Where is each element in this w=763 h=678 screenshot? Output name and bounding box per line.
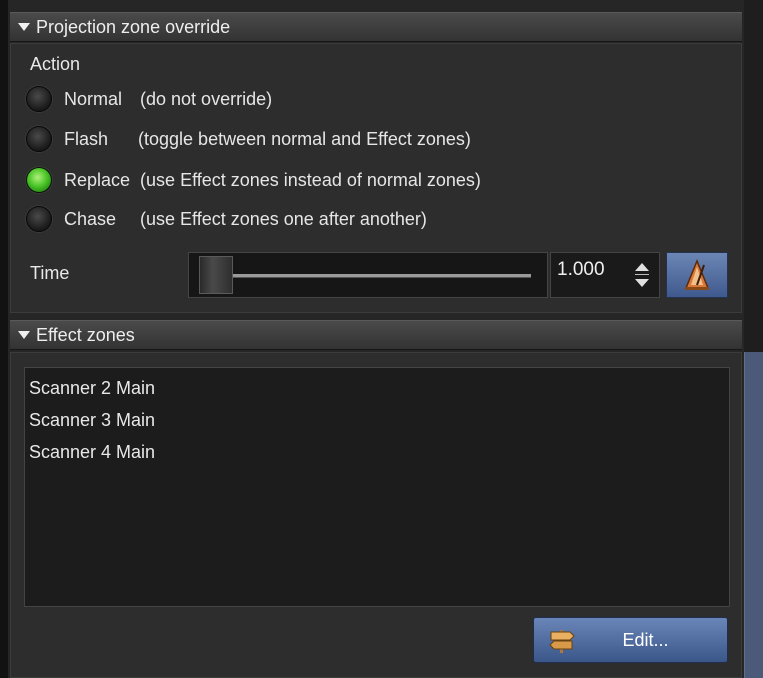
radio-normal-indicator[interactable]	[26, 86, 52, 112]
effect-zone-list[interactable]: Scanner 2 Main Scanner 3 Main Scanner 4 …	[24, 367, 730, 607]
effect-section-header[interactable]: Effect zones	[10, 320, 742, 350]
radio-normal-hint: (do not override)	[140, 88, 273, 109]
radio-normal-label: Normal	[64, 88, 123, 109]
slider-thumb[interactable]	[199, 256, 233, 294]
radio-flash-label: Flash	[64, 128, 109, 149]
collapse-triangle-icon[interactable]	[18, 23, 30, 31]
metronome-icon	[684, 259, 710, 290]
spin-up-icon[interactable]	[635, 263, 649, 271]
list-item[interactable]: Scanner 4 Main	[29, 436, 725, 468]
scroll-gutter	[744, 0, 763, 352]
signpost-icon	[549, 630, 575, 653]
action-label: Action	[30, 54, 81, 74]
radio-flash-indicator[interactable]	[26, 126, 52, 152]
radio-chase-label: Chase	[64, 208, 117, 229]
app-window: Projection zone override Action Normal (…	[0, 0, 763, 678]
side-scrollbar[interactable]	[744, 352, 763, 678]
radio-flash[interactable]: Flash (toggle between normal and Effect …	[26, 124, 471, 154]
radio-replace[interactable]: Replace (use Effect zones instead of nor…	[26, 165, 481, 195]
metronome-button[interactable]	[666, 252, 728, 298]
radio-flash-hint: (toggle between normal and Effect zones)	[138, 128, 471, 149]
left-border	[0, 0, 8, 678]
list-item[interactable]: Scanner 2 Main	[29, 372, 725, 404]
time-label: Time	[30, 263, 70, 283]
edit-button-label: Edit...	[622, 629, 669, 650]
effect-section-title: Effect zones	[36, 324, 135, 345]
radio-normal[interactable]: Normal (do not override)	[26, 84, 272, 114]
slider-groove	[233, 274, 531, 278]
radio-replace-hint: (use Effect zones instead of normal zone…	[140, 169, 481, 190]
projection-section-header[interactable]: Projection zone override	[10, 12, 742, 42]
spin-divider	[635, 274, 649, 275]
radio-replace-indicator[interactable]	[26, 167, 52, 193]
spin-down-icon[interactable]	[635, 279, 649, 287]
projection-section-title: Projection zone override	[36, 16, 231, 37]
time-slider[interactable]	[188, 252, 548, 298]
time-value[interactable]: 1.000	[557, 259, 605, 281]
edit-button[interactable]: Edit...	[533, 617, 728, 663]
time-spinbox[interactable]: 1.000	[550, 252, 660, 298]
radio-chase-hint: (use Effect zones one after another)	[140, 208, 427, 229]
radio-replace-label: Replace	[64, 169, 131, 190]
radio-chase[interactable]: Chase (use Effect zones one after anothe…	[26, 204, 427, 234]
radio-chase-indicator[interactable]	[26, 206, 52, 232]
list-item[interactable]: Scanner 3 Main	[29, 404, 725, 436]
collapse-triangle-icon[interactable]	[18, 331, 30, 339]
